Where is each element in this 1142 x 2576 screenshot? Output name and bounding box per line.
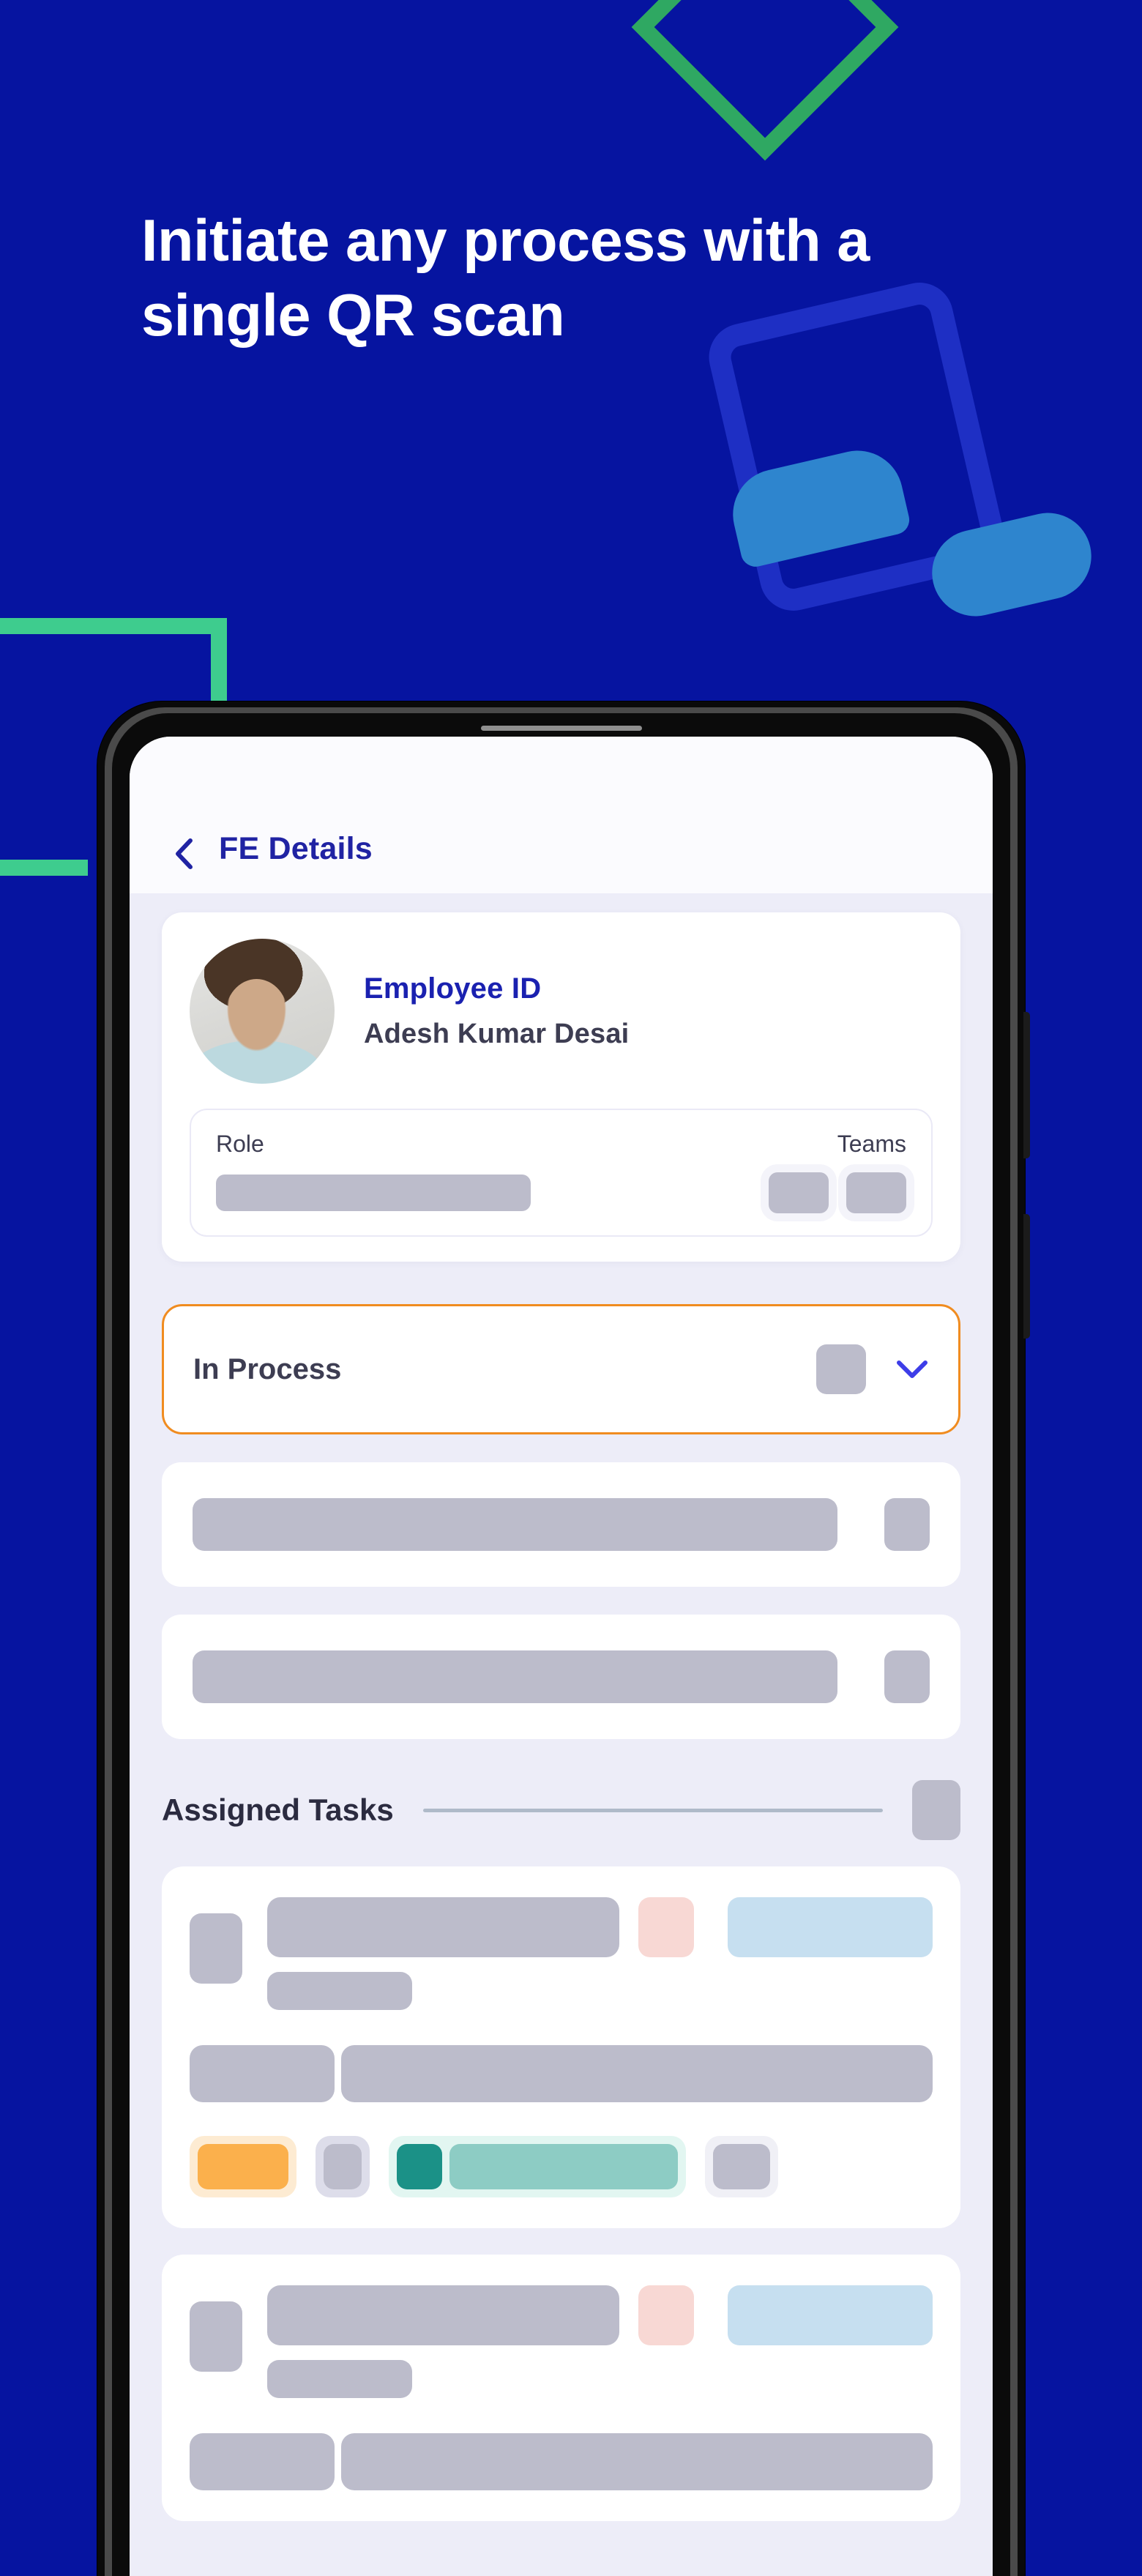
power-button[interactable] xyxy=(1023,1214,1030,1339)
app-body: Employee ID Adesh Kumar Desai Role Teams xyxy=(130,893,993,2521)
skeleton-bar xyxy=(193,1498,837,1551)
skeleton-bar xyxy=(193,1650,837,1703)
assigned-tasks-header: Assigned Tasks xyxy=(162,1780,960,1840)
task-meta-left xyxy=(190,2433,335,2490)
status-select[interactable]: In Process xyxy=(162,1304,960,1434)
task-row-meta xyxy=(190,2045,933,2102)
chip-teal-light xyxy=(449,2144,678,2189)
section-divider xyxy=(422,1808,883,1812)
task-row-primary xyxy=(190,2285,933,2398)
promo-headline: Initiate any process with a single QR sc… xyxy=(141,208,870,349)
task-text-block xyxy=(267,1897,619,2010)
task-card[interactable] xyxy=(162,1866,960,2228)
corner-bracket-top xyxy=(0,618,227,634)
status-chip-placeholder xyxy=(816,1344,866,1394)
role-value-placeholder xyxy=(216,1175,531,1211)
task-badge-pink xyxy=(638,2285,694,2345)
corner-bracket-bottom xyxy=(0,860,88,876)
employee-details-labels: Role Teams xyxy=(216,1131,906,1158)
employee-id-label: Employee ID xyxy=(364,972,542,1005)
role-label: Role xyxy=(216,1131,264,1157)
employee-text-block: Employee ID Adesh Kumar Desai xyxy=(364,972,629,1050)
teams-label: Teams xyxy=(837,1131,906,1157)
app-header: FE Details xyxy=(130,737,993,893)
task-meta-right xyxy=(341,2433,933,2490)
phone-mockup: FE Details Employee ID Adesh Kumar Desai xyxy=(97,701,1030,2576)
diamond-outline-icon xyxy=(631,0,899,161)
task-icon xyxy=(190,2301,242,2372)
phone-bezel-inner: FE Details Employee ID Adesh Kumar Desai xyxy=(112,713,1010,2576)
chip-teal[interactable] xyxy=(389,2136,686,2197)
task-badge-pink xyxy=(638,1897,694,1957)
task-badge-blue xyxy=(728,1897,933,1957)
team-chip xyxy=(769,1172,829,1213)
task-title xyxy=(267,2285,619,2345)
task-card[interactable] xyxy=(162,2255,960,2521)
chip-teal-dark xyxy=(397,2144,442,2189)
page-title: FE Details xyxy=(219,831,373,866)
earpiece-speaker xyxy=(480,726,642,731)
task-row-primary xyxy=(190,1897,933,2010)
task-meta-right xyxy=(341,2045,933,2102)
task-subtitle xyxy=(267,1972,412,2010)
task-badge-blue xyxy=(728,2285,933,2345)
assigned-tasks-title: Assigned Tasks xyxy=(162,1793,394,1827)
employee-summary: Employee ID Adesh Kumar Desai xyxy=(190,939,933,1084)
chip-neutral[interactable] xyxy=(705,2136,778,2197)
task-text-block xyxy=(267,2285,619,2398)
volume-rocker-button[interactable] xyxy=(1023,1012,1030,1158)
teams-chip-group xyxy=(769,1172,906,1213)
skeleton-chip xyxy=(884,1650,930,1703)
employee-card: Employee ID Adesh Kumar Desai Role Teams xyxy=(162,912,960,1262)
chip-orange[interactable] xyxy=(190,2136,296,2197)
employee-details-box: Role Teams xyxy=(190,1109,933,1237)
task-meta-left xyxy=(190,2045,335,2102)
phone-screen: FE Details Employee ID Adesh Kumar Desai xyxy=(130,737,993,2576)
task-row-meta xyxy=(190,2433,933,2490)
skeleton-row-1[interactable] xyxy=(162,1462,960,1587)
task-subtitle xyxy=(267,2360,412,2398)
chip-gray[interactable] xyxy=(316,2136,370,2197)
chevron-down-icon[interactable] xyxy=(895,1358,929,1380)
chevron-left-icon[interactable] xyxy=(171,838,197,869)
skeleton-chip xyxy=(884,1498,930,1551)
status-select-value: In Process xyxy=(193,1352,342,1385)
team-chip xyxy=(846,1172,906,1213)
employee-name: Adesh Kumar Desai xyxy=(364,1019,630,1049)
tasks-chip-placeholder xyxy=(912,1780,960,1840)
task-row-chips xyxy=(190,2136,933,2197)
task-title xyxy=(267,1897,619,1957)
employee-details-values xyxy=(216,1172,906,1213)
avatar xyxy=(190,939,335,1084)
skeleton-row-2[interactable] xyxy=(162,1615,960,1739)
task-icon xyxy=(190,1913,242,1984)
phone-bezel-mid: FE Details Employee ID Adesh Kumar Desai xyxy=(105,707,1018,2576)
